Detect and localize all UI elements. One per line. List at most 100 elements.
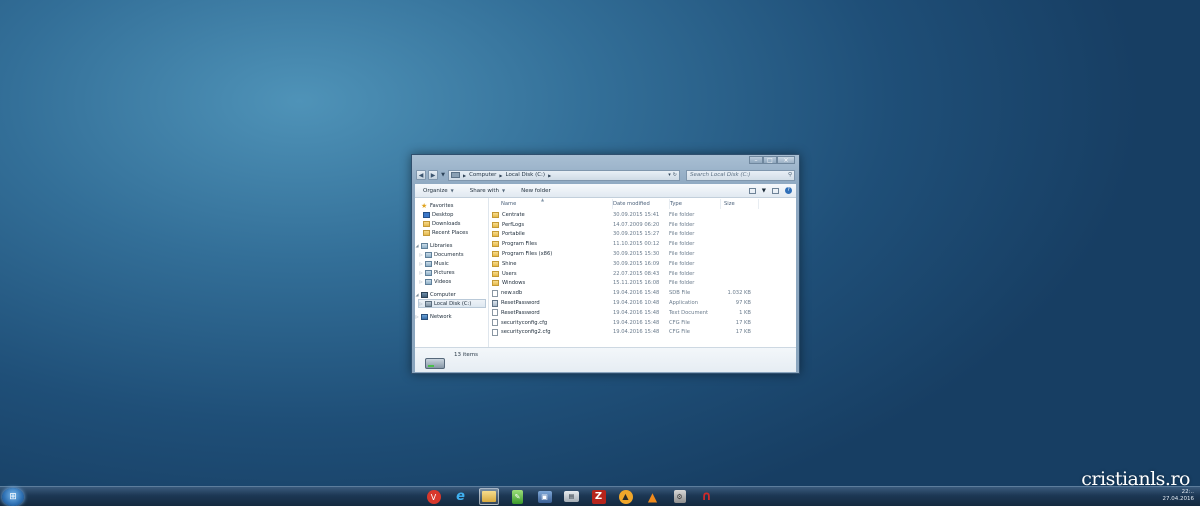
- share-with-button[interactable]: Share with ▼: [462, 188, 513, 194]
- nav-item-label: Recent Places: [432, 229, 469, 236]
- table-row[interactable]: securityconfig2.cfg 19.04.2016 15:48 CFG F…: [489, 328, 796, 338]
- nav-network-label: Network: [430, 313, 452, 320]
- nav-item-pictures[interactable]: ▷ Pictures: [415, 268, 488, 277]
- help-icon[interactable]: ?: [785, 187, 792, 194]
- cell-type: File folder: [669, 241, 695, 248]
- nav-item-local-disk[interactable]: ▷ Local Disk (C:): [418, 299, 486, 308]
- table-row[interactable]: Program Files 11.10.2015 00:12 File folder: [489, 239, 796, 249]
- column-header-size[interactable]: Size: [721, 199, 759, 209]
- table-row[interactable]: PerfLogs 14.07.2009 06:20 File folder: [489, 220, 796, 230]
- taskbar-magnet[interactable]: ∩: [698, 488, 715, 505]
- taskbar-internet-explorer[interactable]: e: [452, 488, 469, 505]
- taskbar-aimp[interactable]: ▲: [617, 488, 634, 505]
- collapse-icon[interactable]: ◢: [415, 292, 419, 297]
- nav-favorites[interactable]: ★ Favorites: [415, 201, 488, 210]
- nav-libraries[interactable]: ◢ Libraries: [415, 241, 488, 250]
- cell-name: Windows: [489, 280, 613, 287]
- breadcrumb-local-disk[interactable]: Local Disk (C:): [506, 172, 546, 178]
- expand-icon[interactable]: ▷: [415, 314, 419, 319]
- chevron-down-icon[interactable]: ▼: [762, 188, 766, 194]
- taskbar-explorer[interactable]: [479, 488, 499, 505]
- cell-date: 30.09.2015 15:30: [613, 251, 660, 258]
- taskbar-remote-desktop[interactable]: ▣: [536, 488, 553, 505]
- cell-date: 11.10.2015 00:12: [613, 241, 660, 248]
- cell-size: 1.032 KB: [727, 290, 751, 297]
- cell-date: 30.09.2015 15:41: [613, 211, 660, 218]
- back-arrow-icon: ◀: [418, 172, 424, 179]
- taskbar-virtualbox[interactable]: ▤: [563, 488, 580, 505]
- table-row[interactable]: Program Files (x86) 30.09.2015 15:30 File …: [489, 249, 796, 259]
- nav-item-desktop[interactable]: Desktop: [415, 210, 488, 219]
- taskbar-filezilla[interactable]: Z: [590, 488, 607, 505]
- taskbar-vlc[interactable]: ▲: [644, 488, 661, 505]
- file-list: ▲ Name Date modified Type Size Centrate 3…: [489, 197, 796, 347]
- refresh-icon[interactable]: ↻: [673, 172, 677, 178]
- table-row[interactable]: Centrate 30.09.2015 15:41 File folder: [489, 210, 796, 220]
- system-clock[interactable]: 22:.. 27.04.2016: [1163, 489, 1195, 503]
- table-row[interactable]: Users 22.07.2015 08:43 File folder: [489, 269, 796, 279]
- taskbar-tool[interactable]: ⚙: [671, 488, 688, 505]
- cell-type: File folder: [669, 251, 695, 258]
- table-row[interactable]: ResetPassword 19.04.2016 10:48 Application…: [489, 298, 796, 308]
- expand-icon[interactable]: ▷: [419, 270, 423, 275]
- nav-item-recent-places[interactable]: Recent Places: [415, 228, 488, 237]
- breadcrumb-separator-icon[interactable]: ▶: [499, 173, 502, 178]
- maximize-button[interactable]: □: [763, 156, 777, 164]
- file-name: Shine: [502, 260, 517, 267]
- cell-date: 19.04.2016 15:48: [613, 290, 660, 297]
- breadcrumb-separator-icon[interactable]: ▶: [463, 173, 466, 178]
- expand-icon[interactable]: ▷: [419, 252, 423, 257]
- nav-item-music[interactable]: ▷ Music: [415, 259, 488, 268]
- breadcrumb-computer[interactable]: Computer: [469, 172, 496, 178]
- file-name: Portabile: [502, 231, 525, 238]
- address-bar[interactable]: ▶ Computer ▶ Local Disk (C:) ▶ ▾ ↻: [448, 169, 680, 181]
- internet-explorer-icon: e: [456, 489, 465, 504]
- table-row[interactable]: Shine 30.09.2015 16:09 File folder: [489, 259, 796, 269]
- nav-item-videos[interactable]: ▷ Videos: [415, 277, 488, 286]
- table-row[interactable]: new.sdb 19.04.2016 15:48 SDB File 1.032 KB: [489, 288, 796, 298]
- nav-item-documents[interactable]: ▷ Documents: [415, 250, 488, 259]
- local-disk-icon: [425, 300, 432, 307]
- table-row[interactable]: Portabile 30.09.2015 15:27 File folder: [489, 230, 796, 240]
- aimp-icon: ▲: [618, 489, 633, 504]
- recent-pages-dropdown[interactable]: ▼: [440, 172, 446, 178]
- view-options-icon[interactable]: [748, 187, 756, 194]
- back-button[interactable]: ◀: [416, 170, 426, 180]
- breadcrumb-separator-icon[interactable]: ▶: [548, 173, 551, 178]
- cell-date: 19.04.2016 15:48: [613, 309, 660, 316]
- folder-icon: [492, 280, 499, 287]
- table-row[interactable]: Windows 15.11.2015 16:08 File folder: [489, 279, 796, 289]
- collapse-icon[interactable]: ◢: [415, 243, 419, 248]
- table-row[interactable]: ResetPassword 19.04.2016 15:48 Text Docume…: [489, 308, 796, 318]
- cell-type: File folder: [669, 260, 695, 267]
- file-name: Centrate: [502, 211, 525, 218]
- expand-icon[interactable]: ▷: [419, 301, 423, 306]
- libraries-icon: [421, 242, 428, 249]
- command-bar: Organize ▼ Share with ▼ New folder ▼ ?: [415, 184, 796, 198]
- nav-network[interactable]: ▷ Network: [415, 312, 488, 321]
- forward-button[interactable]: ▶: [428, 170, 438, 180]
- expand-icon[interactable]: ▷: [419, 261, 423, 266]
- address-dropdown-icon[interactable]: ▾: [668, 172, 671, 178]
- nav-computer[interactable]: ◢ Computer: [415, 290, 488, 299]
- preview-pane-icon[interactable]: [772, 187, 779, 194]
- organize-button[interactable]: Organize ▼: [415, 188, 462, 194]
- taskbar-notepad[interactable]: ✎: [509, 488, 526, 505]
- search-input[interactable]: Search Local Disk (C:) ⚲: [686, 169, 795, 181]
- column-header-type[interactable]: Type: [670, 199, 721, 209]
- new-folder-button[interactable]: New folder: [513, 188, 559, 194]
- taskbar-vivaldi[interactable]: V: [425, 488, 442, 505]
- nav-item-downloads[interactable]: Downloads: [415, 219, 488, 228]
- document-icon: [492, 319, 498, 327]
- start-button[interactable]: ⊞: [2, 488, 24, 506]
- column-header-name[interactable]: Name: [489, 199, 613, 209]
- column-header-date[interactable]: Date modified: [613, 199, 670, 209]
- expand-icon[interactable]: ▷: [419, 279, 423, 284]
- close-button[interactable]: ×: [777, 156, 795, 164]
- cell-name: Users: [489, 270, 613, 277]
- minimize-button[interactable]: –: [749, 156, 763, 164]
- document-icon: [492, 309, 498, 317]
- table-row[interactable]: securityconfig.cfg 19.04.2016 15:48 CFG Fi…: [489, 318, 796, 328]
- chevron-down-icon: ▼: [450, 188, 454, 193]
- filezilla-icon: Z: [591, 489, 606, 504]
